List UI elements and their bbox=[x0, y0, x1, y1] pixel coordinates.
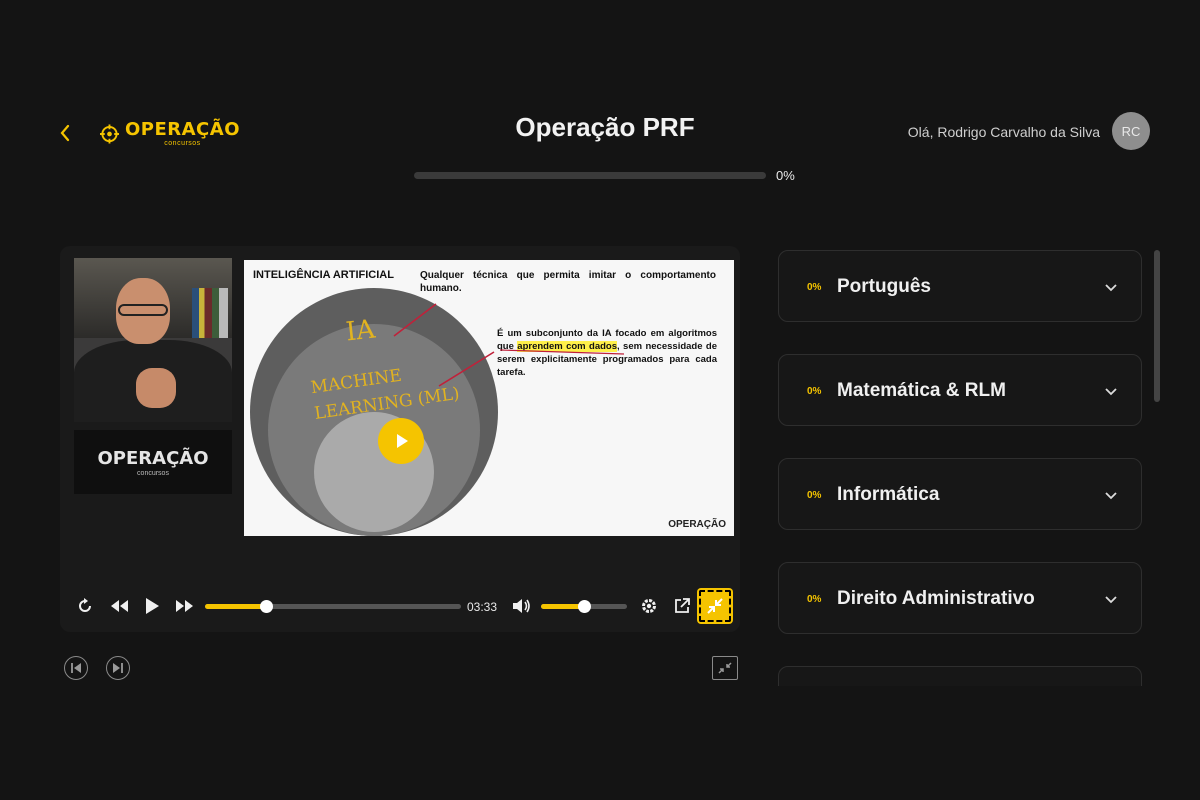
logo-subtext: concursos bbox=[164, 140, 201, 147]
volume-button[interactable] bbox=[510, 595, 532, 617]
open-external-button[interactable] bbox=[671, 595, 693, 617]
brand-logo[interactable]: OPERAÇÃO concursos bbox=[100, 116, 240, 152]
course-progress: 0% bbox=[807, 490, 822, 501]
course-card-direito-administrativo[interactable]: 0% Direito Administrativo bbox=[778, 562, 1142, 634]
course-list: 0% Português 0% Matemática & RLM 0% Info… bbox=[778, 250, 1142, 686]
minimize-icon bbox=[718, 662, 732, 674]
brand-card-subtext: concursos bbox=[137, 469, 169, 477]
external-link-icon bbox=[675, 598, 690, 613]
chevron-down-icon bbox=[1105, 284, 1117, 292]
avatar[interactable]: RC bbox=[1112, 112, 1150, 150]
chevron-down-icon bbox=[1105, 492, 1117, 500]
volume-icon bbox=[513, 599, 530, 613]
chevron-left-icon bbox=[60, 124, 70, 142]
course-progress: 0% bbox=[807, 282, 822, 293]
chevron-down-icon bbox=[1105, 388, 1117, 396]
seek-progress bbox=[205, 604, 267, 609]
crosshair-logo-icon bbox=[100, 124, 119, 144]
skip-previous-icon bbox=[71, 663, 81, 673]
brand-card-text: OPERAÇÃO bbox=[97, 447, 209, 469]
rewind-button[interactable] bbox=[107, 595, 131, 617]
seek-bar[interactable] bbox=[205, 600, 461, 613]
forward-icon bbox=[176, 600, 193, 612]
page-title: Operação PRF bbox=[515, 112, 695, 142]
course-progress: 0% bbox=[807, 386, 822, 397]
course-name: Informática bbox=[837, 484, 940, 505]
skip-next-icon bbox=[113, 663, 123, 673]
course-progress: 0% bbox=[807, 594, 822, 605]
play-icon bbox=[397, 434, 408, 448]
course-card-informatica[interactable]: 0% Informática bbox=[778, 458, 1142, 530]
fullscreen-button[interactable] bbox=[697, 588, 733, 624]
user-greeting: Olá, Rodrigo Carvalho da Silva bbox=[907, 124, 1100, 140]
rewind-icon bbox=[111, 600, 128, 612]
replay-icon bbox=[79, 598, 91, 612]
course-name: Direito Administrativo bbox=[837, 588, 1035, 609]
course-card-portugues[interactable]: 0% Português bbox=[778, 250, 1142, 322]
slide-brand: OPERAÇÃO bbox=[668, 519, 726, 530]
course-name: Português bbox=[837, 276, 931, 297]
big-play-button[interactable] bbox=[378, 418, 424, 464]
chevron-down-icon bbox=[1105, 596, 1117, 604]
course-card-next[interactable] bbox=[778, 666, 1142, 686]
minimize-player-button[interactable] bbox=[712, 656, 738, 680]
fullscreen-exit-icon bbox=[707, 598, 723, 614]
play-button[interactable] bbox=[141, 595, 163, 617]
forward-button[interactable] bbox=[173, 595, 197, 617]
volume-slider[interactable] bbox=[541, 600, 627, 613]
video-brand-card: OPERAÇÃO concursos bbox=[74, 430, 232, 494]
gear-icon bbox=[642, 599, 656, 613]
course-name: Matemática & RLM bbox=[837, 380, 1006, 401]
previous-lesson-button[interactable] bbox=[64, 656, 88, 680]
back-button[interactable] bbox=[56, 122, 74, 144]
instructor-webcam bbox=[74, 258, 232, 422]
settings-button[interactable] bbox=[638, 595, 660, 617]
replay-button[interactable] bbox=[74, 595, 96, 617]
video-slide: INTELIGÊNCIA ARTIFICIAL Qualquer técnica… bbox=[244, 260, 734, 536]
play-icon bbox=[146, 598, 159, 614]
course-progress-label: 0% bbox=[776, 168, 795, 183]
next-lesson-button[interactable] bbox=[106, 656, 130, 680]
course-list-scrollbar[interactable] bbox=[1154, 250, 1160, 402]
current-time: 03:33 bbox=[467, 600, 498, 614]
handwriting-ia: IA bbox=[344, 314, 377, 348]
logo-text: OPERAÇÃO bbox=[124, 119, 240, 140]
volume-handle[interactable] bbox=[578, 600, 591, 613]
course-card-matematica[interactable]: 0% Matemática & RLM bbox=[778, 354, 1142, 426]
course-progress-bar bbox=[414, 172, 766, 179]
